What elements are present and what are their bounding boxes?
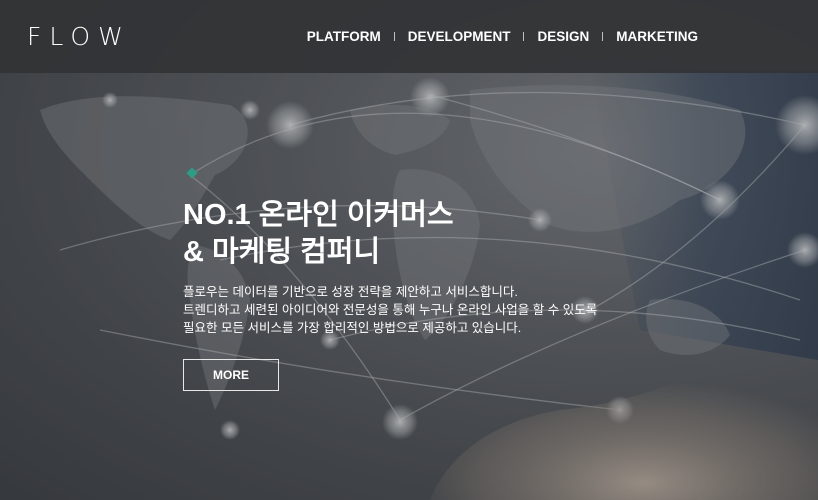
nav-item-marketing[interactable]: MARKETING — [616, 29, 698, 44]
nav-item-platform[interactable]: PLATFORM — [307, 29, 381, 44]
nav-divider — [393, 32, 395, 41]
description-line-3: 필요한 모든 서비스를 가장 합리적인 방법으로 제공하고 있습니다. — [183, 321, 522, 335]
site-header: FLOW PLATFORM DEVELOPMENT DESIGN MARKETI… — [0, 0, 818, 73]
hero-section: FLOW PLATFORM DEVELOPMENT DESIGN MARKETI… — [0, 0, 818, 500]
main-nav: PLATFORM DEVELOPMENT DESIGN MARKETING — [307, 29, 698, 44]
nav-item-design[interactable]: DESIGN — [537, 29, 589, 44]
description-line-1: 플로우는 데이터를 기반으로 성장 전략을 제안하고 서비스합니다. — [183, 285, 518, 299]
headline-line-2: & 마케팅 컴퍼니 — [183, 236, 381, 268]
nav-divider — [523, 32, 525, 41]
headline-line-1: NO.1 온라인 이커머스 — [183, 199, 454, 231]
nav-divider — [602, 32, 604, 41]
more-button[interactable]: MORE — [183, 359, 279, 391]
nav-item-development[interactable]: DEVELOPMENT — [408, 29, 511, 44]
logo[interactable]: FLOW — [27, 22, 131, 51]
hero-headline: NO.1 온라인 이커머스 & 마케팅 컴퍼니 — [183, 197, 454, 271]
hero-description: 플로우는 데이터를 기반으로 성장 전략을 제안하고 서비스합니다. 트렌디하고… — [183, 283, 597, 337]
description-line-2: 트렌디하고 세련된 아이디어와 전문성을 통해 누구나 온라인 사업을 할 수 … — [183, 303, 598, 317]
